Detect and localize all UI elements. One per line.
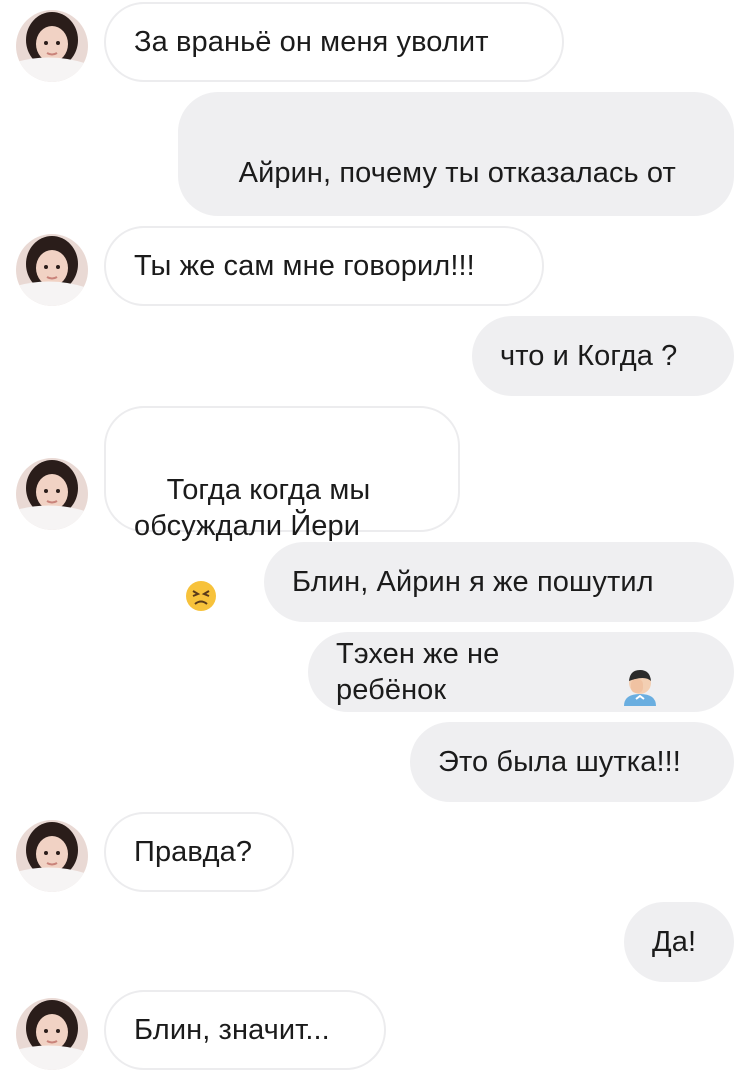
message-text: что и Когда ? — [500, 340, 678, 372]
contact-avatar[interactable] — [16, 820, 88, 892]
message-text: Ты же сам мне говорил!!! — [134, 250, 475, 282]
persevering-face-icon — [136, 544, 217, 657]
message-text: Блин, Айрин я же пошутил — [292, 566, 654, 598]
chat-thread: За враньё он меня уволит Айрин, почему т… — [0, 0, 750, 1072]
message-text: За враньё он меня уволит — [134, 26, 489, 58]
outgoing-message-bubble[interactable]: Тэхен же не ребёнок — [308, 632, 734, 712]
incoming-message-bubble[interactable]: Блин, значит... — [104, 990, 386, 1070]
outgoing-message-bubble[interactable]: Это была шутка!!! — [410, 722, 734, 802]
message-text: Блин, значит... — [134, 1014, 330, 1046]
message-text: Да! — [652, 926, 697, 958]
contact-avatar[interactable] — [16, 234, 88, 306]
incoming-message-bubble[interactable]: За враньё он меня уволит — [104, 2, 564, 82]
incoming-message-bubble[interactable]: Правда? — [104, 812, 294, 892]
contact-avatar[interactable] — [16, 458, 88, 530]
incoming-message-bubble[interactable]: Ты же сам мне говорил!!! — [104, 226, 544, 306]
message-text: Тогда когда мы обсуждали Йери — [134, 474, 371, 542]
outgoing-message-bubble[interactable]: что и Когда ? — [472, 316, 734, 396]
message-text: Правда? — [134, 836, 253, 868]
contact-avatar[interactable] — [16, 10, 88, 82]
outgoing-message-bubble[interactable]: Айрин, почему ты отказалась от ужина ? — [178, 92, 734, 304]
message-text: Тэхен же не ребёнок — [336, 638, 508, 706]
incoming-message-bubble[interactable]: Тогда когда мы обсуждали Йери — [104, 406, 460, 611]
outgoing-message-bubble[interactable]: Да! — [624, 902, 734, 982]
message-text: Это была шутка!!! — [438, 746, 681, 778]
contact-avatar[interactable] — [16, 998, 88, 1070]
